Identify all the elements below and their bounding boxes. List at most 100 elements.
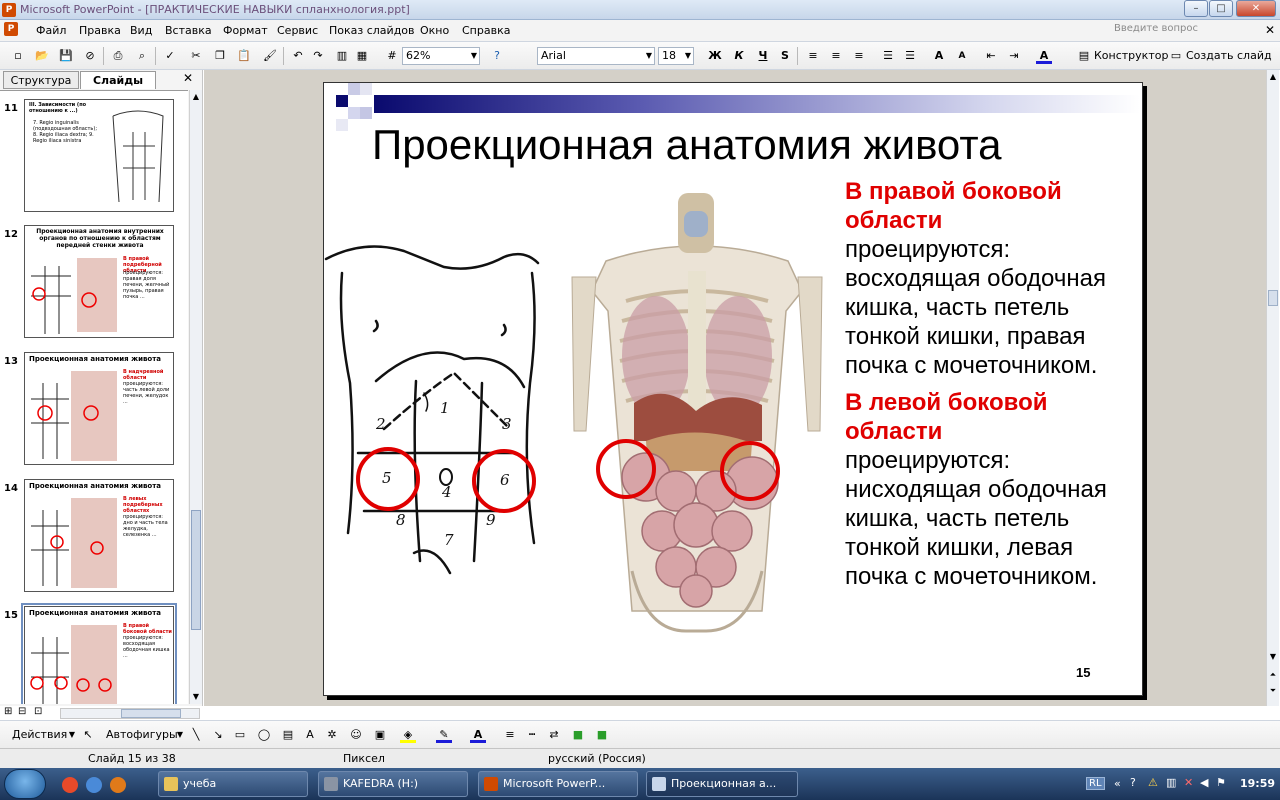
slideshow-view-icon[interactable]: ⊡ bbox=[34, 706, 42, 717]
font-select[interactable]: Arial ▼ bbox=[537, 47, 655, 65]
scroll-thumb[interactable] bbox=[121, 709, 181, 718]
next-slide-icon[interactable]: ⏷ bbox=[1267, 684, 1279, 698]
slide-thumbnail-15[interactable]: Проекционная анатомия живота В правой бо… bbox=[21, 603, 177, 704]
new-slide-button[interactable]: Создать слайд bbox=[1186, 49, 1272, 62]
actions-menu[interactable]: Действия bbox=[12, 728, 67, 741]
clipart-icon[interactable]: ☺ bbox=[348, 727, 364, 743]
autoshapes-menu[interactable]: Автофигуры bbox=[106, 728, 178, 741]
font-color-icon[interactable]: A bbox=[1036, 48, 1052, 64]
flag-icon[interactable]: ⚑ bbox=[1216, 776, 1226, 789]
spelling-icon[interactable]: ✓ bbox=[162, 48, 178, 64]
minimize-button[interactable]: – bbox=[1184, 0, 1208, 17]
bold-button[interactable]: Ж bbox=[707, 48, 723, 64]
font-size-select[interactable]: 18 ▼ bbox=[658, 47, 694, 65]
shadow-style-icon[interactable]: ■ bbox=[570, 727, 586, 743]
horizontal-scrollbar[interactable] bbox=[60, 708, 200, 719]
scroll-thumb[interactable] bbox=[191, 510, 201, 630]
zoom-select[interactable]: 62% ▼ bbox=[402, 47, 480, 65]
slide-thumbnail-13[interactable]: Проекционная анатомия живота В надчревно… bbox=[24, 352, 174, 465]
open-icon[interactable]: 📂 bbox=[34, 48, 50, 64]
design-button[interactable]: Конструктор bbox=[1094, 49, 1168, 62]
preview-icon[interactable]: ⌕ bbox=[134, 48, 150, 64]
dash-style-icon[interactable]: ┅ bbox=[524, 727, 540, 743]
help-icon[interactable]: ? bbox=[489, 48, 505, 64]
maximize-button[interactable]: □ bbox=[1209, 0, 1233, 17]
network-icon[interactable]: ▥ bbox=[1166, 776, 1176, 789]
new-icon[interactable]: ▫ bbox=[10, 48, 26, 64]
menu-help[interactable]: Справка bbox=[462, 24, 510, 37]
help-tray-icon[interactable]: ? bbox=[1130, 776, 1136, 789]
oval-icon[interactable]: ◯ bbox=[256, 727, 272, 743]
arrow-icon[interactable]: ↘ bbox=[210, 727, 226, 743]
diagram-icon[interactable]: ✲ bbox=[324, 727, 340, 743]
slide-title[interactable]: Проекционная анатомия живота bbox=[372, 121, 1002, 169]
align-center-icon[interactable]: ≡ bbox=[828, 48, 844, 64]
decrease-indent-icon[interactable]: ⇤ bbox=[983, 48, 999, 64]
new-slide-icon[interactable]: ▭ bbox=[1168, 48, 1184, 64]
taskbar-item-powerpoint[interactable]: Microsoft PowerP... bbox=[478, 771, 638, 797]
chrome-icon[interactable] bbox=[62, 777, 78, 793]
start-button[interactable] bbox=[4, 769, 46, 799]
messenger-icon[interactable] bbox=[86, 777, 102, 793]
menu-format[interactable]: Формат bbox=[223, 24, 268, 37]
paste-icon[interactable]: 📋 bbox=[236, 48, 252, 64]
align-right-icon[interactable]: ≡ bbox=[851, 48, 867, 64]
powerpoint-app-icon[interactable]: P bbox=[2, 3, 16, 17]
decrease-font-icon[interactable]: A bbox=[954, 48, 970, 64]
tab-slides[interactable]: Слайды bbox=[80, 71, 156, 89]
align-left-icon[interactable]: ≡ bbox=[805, 48, 821, 64]
close-document-icon[interactable]: ✕ bbox=[1265, 23, 1275, 37]
arrow-style-icon[interactable]: ⇄ bbox=[546, 727, 562, 743]
close-window-button[interactable]: ✕ bbox=[1236, 0, 1276, 17]
numbering-icon[interactable]: ☰ bbox=[880, 48, 896, 64]
menu-slideshow[interactable]: Показ слайдов bbox=[329, 24, 415, 37]
menu-view[interactable]: Вид bbox=[130, 24, 152, 37]
redo-icon[interactable]: ↷ bbox=[310, 48, 326, 64]
copy-icon[interactable]: ❐ bbox=[212, 48, 228, 64]
cut-icon[interactable]: ✂ bbox=[188, 48, 204, 64]
input-language-indicator[interactable]: RL bbox=[1086, 777, 1105, 790]
error-icon[interactable]: ✕ bbox=[1184, 776, 1193, 789]
underline-button[interactable]: Ч bbox=[755, 48, 771, 64]
increase-indent-icon[interactable]: ⇥ bbox=[1006, 48, 1022, 64]
slide-thumbnail-11[interactable]: III. Зависимости (по отношению к ...) 7.… bbox=[24, 99, 174, 212]
permission-icon[interactable]: ⊘ bbox=[82, 48, 98, 64]
menu-window[interactable]: Окно bbox=[420, 24, 449, 37]
3d-style-icon[interactable]: ■ bbox=[594, 727, 610, 743]
text-color-icon[interactable]: A bbox=[470, 727, 486, 743]
slide-body-text[interactable]: В правой боковой области проецируются: в… bbox=[845, 177, 1140, 591]
previous-slide-icon[interactable]: ⏶ bbox=[1267, 668, 1279, 682]
grid-icon[interactable]: # bbox=[384, 48, 400, 64]
show-hidden-icons-icon[interactable]: « bbox=[1114, 777, 1121, 790]
sorter-view-icon[interactable]: ⊟ bbox=[18, 706, 26, 717]
normal-view-icon[interactable]: ⊞ bbox=[4, 706, 12, 717]
scroll-thumb[interactable] bbox=[1268, 290, 1278, 306]
taskbar-item-ucheba[interactable]: учеба bbox=[158, 771, 308, 797]
ask-question-input[interactable]: Введите вопрос bbox=[1114, 23, 1220, 38]
line-icon[interactable]: ╲ bbox=[188, 727, 204, 743]
save-icon[interactable]: 💾 bbox=[58, 48, 74, 64]
scroll-down-icon[interactable]: ▼ bbox=[1267, 650, 1279, 664]
increase-font-icon[interactable]: A bbox=[931, 48, 947, 64]
slide-thumbnail-12[interactable]: Проекционная анатомия внутренних органов… bbox=[24, 225, 174, 338]
slide-thumbnail-14[interactable]: Проекционная анатомия живота В левых под… bbox=[24, 479, 174, 592]
taskbar-item-slideshow[interactable]: Проекционная а... bbox=[646, 771, 798, 797]
document-icon[interactable]: P bbox=[4, 22, 18, 36]
menu-file[interactable]: Файл bbox=[36, 24, 66, 37]
thumbnail-scrollbar[interactable]: ▲ ▼ bbox=[189, 90, 202, 704]
slide-scrollbar[interactable]: ▲ ▼ ⏶ ⏷ bbox=[1266, 70, 1279, 706]
chevron-down-icon[interactable]: ▼ bbox=[64, 727, 80, 743]
bullets-icon[interactable]: ☰ bbox=[902, 48, 918, 64]
line-color-icon[interactable]: ✎ bbox=[436, 727, 452, 743]
menu-insert[interactable]: Вставка bbox=[165, 24, 212, 37]
rectangle-icon[interactable]: ▭ bbox=[232, 727, 248, 743]
format-painter-icon[interactable]: 🖌 bbox=[262, 48, 278, 64]
print-icon[interactable]: ⎙ bbox=[110, 48, 126, 64]
undo-icon[interactable]: ↶ bbox=[290, 48, 306, 64]
wordart-icon[interactable]: A bbox=[302, 727, 318, 743]
scroll-down-icon[interactable]: ▼ bbox=[190, 690, 202, 704]
menu-edit[interactable]: Правка bbox=[79, 24, 121, 37]
picture-icon[interactable]: ▣ bbox=[372, 727, 388, 743]
textbox-icon[interactable]: ▤ bbox=[280, 727, 296, 743]
scroll-up-icon[interactable]: ▲ bbox=[190, 90, 202, 104]
